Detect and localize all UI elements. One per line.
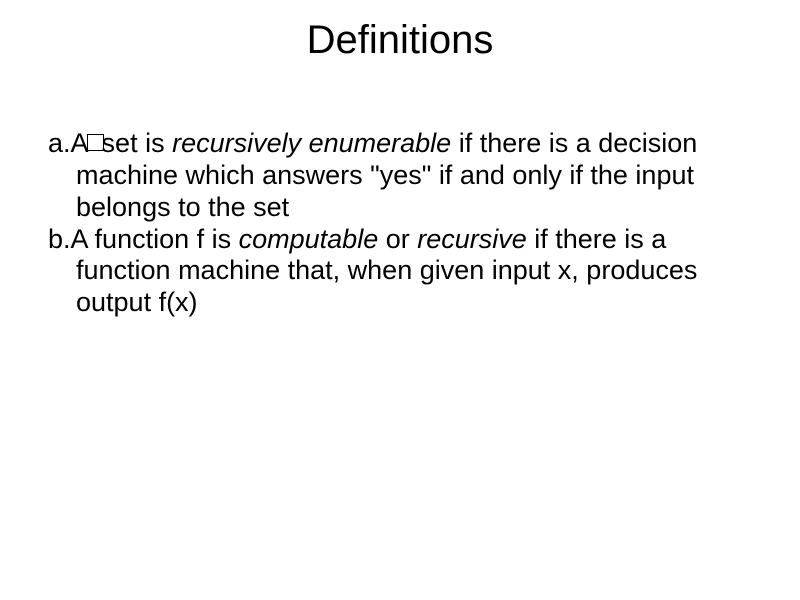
definition-a-label: a. <box>48 128 71 158</box>
definition-b-label: b. <box>48 224 71 254</box>
slide: Definitions a.Aset is recursively enumer… <box>0 0 800 600</box>
definition-a-term-1: recursively enumerable <box>172 128 451 158</box>
slide-title: Definitions <box>0 0 800 63</box>
definition-b-term-2: recursive <box>417 224 527 254</box>
definition-b: b.A function f is computable or recursiv… <box>48 224 752 320</box>
definition-a: a.Aset is recursively enumerable if ther… <box>48 128 752 224</box>
slide-body: a.Aset is recursively enumerable if ther… <box>48 128 752 319</box>
missing-glyph-icon <box>87 134 104 151</box>
definition-b-text-2: or <box>378 224 417 254</box>
definition-a-text-1: set is <box>102 128 173 158</box>
definition-b-text-1: A function f is <box>71 224 239 254</box>
definition-b-term-1: computable <box>239 224 379 254</box>
